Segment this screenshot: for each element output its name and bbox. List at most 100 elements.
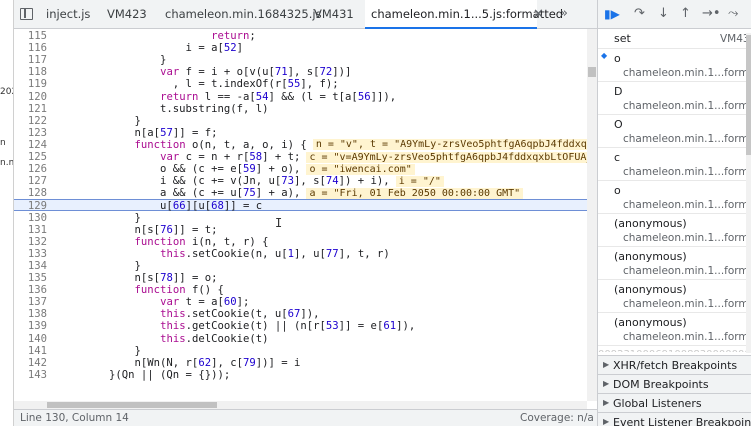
code-token: 56 <box>357 90 371 103</box>
code-line[interactable]: 125 var c = n + r[58] + t; c = "v=A9YmLy-… <box>14 151 597 163</box>
step-over-icon[interactable]: ↷ <box>634 6 645 22</box>
line-number[interactable]: 137 <box>14 296 47 308</box>
sidebar-scrollbar[interactable] <box>746 33 751 353</box>
code-line[interactable]: 121 t.substring(f, l) <box>14 103 597 115</box>
code-line[interactable]: 139 this.getCookie(t) || (n[r[53]] = e[6… <box>14 320 597 332</box>
code-line[interactable]: 122 } <box>14 115 597 127</box>
line-number[interactable]: 135 <box>14 272 47 284</box>
call-stack-frame[interactable]: ◆ ochameleon.min.1...formatte <box>598 49 751 82</box>
line-number[interactable]: 133 <box>14 248 47 260</box>
frame-location: chameleon.min.1...formatte <box>623 166 751 178</box>
call-stack-frame[interactable]: (anonymous) chameleon.min.1...formatte <box>598 313 751 346</box>
call-stack-frame[interactable]: Dchameleon.min.1...formatte <box>598 82 751 115</box>
line-number[interactable]: 134 <box>14 260 47 272</box>
code-line[interactable]: 134 } <box>14 260 597 272</box>
tab-chameleon-formatted[interactable]: chameleon.min.1...5.js:formatted <box>365 0 563 29</box>
code-line[interactable]: 120 return l == -a[54] && (l = t[a[56]])… <box>14 91 597 103</box>
code-line[interactable]: 130 } <box>14 212 597 224</box>
toggle-navigator-icon[interactable] <box>20 8 33 20</box>
code-line[interactable]: 118 var f = i + o[v(u[71], s[72])] <box>14 66 597 78</box>
code-line[interactable]: 132 function i(n, t, r) { <box>14 236 597 248</box>
line-number[interactable]: 130 <box>14 212 47 224</box>
xhr-breakpoints-section[interactable]: ▶ XHR/fetch Breakpoints <box>598 355 751 374</box>
vertical-scrollbar[interactable] <box>587 29 597 401</box>
line-number[interactable]: 118 <box>14 66 47 78</box>
line-number[interactable]: 120 <box>14 91 47 103</box>
tab-chameleon-min[interactable]: chameleon.min.1684325.js <box>165 0 322 29</box>
code-line[interactable]: 141 } <box>14 345 597 357</box>
scrollbar-thumb[interactable] <box>588 67 596 77</box>
line-number[interactable]: 121 <box>14 103 47 115</box>
code-token: ]] = o; <box>172 272 218 284</box>
line-number[interactable]: 139 <box>14 320 47 332</box>
code-line[interactable]: 143 }(Qn || (Qn = {})); <box>14 369 597 381</box>
code-line[interactable]: 117 } <box>14 54 597 66</box>
line-number[interactable]: 140 <box>14 333 47 345</box>
global-listeners-section[interactable]: ▶ Global Listeners <box>598 393 751 412</box>
call-stack-frame[interactable]: (anonymous) chameleon.min.1...formatte <box>598 280 751 313</box>
line-number[interactable]: 115 <box>14 30 47 42</box>
call-stack-frame[interactable]: (anonymous) chameleon.min.1...formatte <box>598 247 751 280</box>
code-line[interactable]: 137 var t = a[60]; <box>14 296 597 308</box>
resume-icon[interactable]: ▮▶ <box>604 6 620 22</box>
code-line[interactable]: 142 n[Wn(N, r[62], c[79])] = i <box>14 357 597 369</box>
tab-inject-js[interactable]: inject.js <box>46 0 90 29</box>
line-number[interactable]: 141 <box>14 345 47 357</box>
code-line[interactable]: 128 a && (c += u[75] + a), a = "Fri, 01 F… <box>14 187 597 199</box>
code-token: ] + t; <box>262 151 301 163</box>
scrollbar-thumb[interactable] <box>47 402 217 408</box>
code-line[interactable]: 116 i = a[52] <box>14 42 597 54</box>
line-number[interactable]: 143 <box>14 369 47 381</box>
tab-vm423[interactable]: VM423 <box>107 0 147 29</box>
call-stack-frame[interactable]: Ochameleon.min.1...formatte <box>598 115 751 148</box>
code-line[interactable]: 123 n[a[57]] = f; <box>14 127 597 139</box>
code-line[interactable]: 135 n[s[78]] = o; <box>14 272 597 284</box>
scrollbar-thumb[interactable] <box>746 35 751 155</box>
step-out-icon[interactable]: ↑ <box>680 6 691 22</box>
line-number[interactable]: 116 <box>14 42 47 54</box>
code-line[interactable]: 133 this.setCookie(n, u[1], u[77], t, r) <box>14 248 597 260</box>
close-icon[interactable]: ✕ <box>533 7 544 22</box>
call-stack-frame[interactable]: ochameleon.min.1...formatte <box>598 181 751 214</box>
step-icon[interactable]: →• <box>702 6 721 22</box>
line-number[interactable]: 122 <box>14 115 47 127</box>
line-number[interactable]: 138 <box>14 308 47 320</box>
code-token: 72 <box>319 66 333 79</box>
line-number[interactable]: 136 <box>14 284 47 296</box>
code-line[interactable]: 126 o && (c += e[59] + o), o = "iwencai.c… <box>14 163 597 175</box>
tab-vm431[interactable]: VM431 <box>314 0 354 29</box>
line-number[interactable]: 142 <box>14 357 47 369</box>
call-stack-frame[interactable]: cchameleon.min.1...formatte <box>598 148 751 181</box>
code-line[interactable]: 131 n[s[76]] = t; <box>14 224 597 236</box>
line-number[interactable]: 132 <box>14 236 47 248</box>
chevron-more-icon[interactable]: » <box>560 6 568 21</box>
line-number[interactable]: 117 <box>14 54 47 66</box>
deactivate-breakpoints-icon[interactable]: ⤳ <box>728 6 738 22</box>
event-listener-breakpoints-section[interactable]: ▶ Event Listener Breakpoints <box>598 412 751 426</box>
dom-breakpoints-section[interactable]: ▶ DOM Breakpoints <box>598 374 751 393</box>
code-line[interactable]: 124 function o(n, t, a, o, i) {n = "v", … <box>14 139 597 151</box>
line-number[interactable]: 123 <box>14 127 47 139</box>
line-number[interactable]: 127 <box>14 175 47 187</box>
step-into-icon[interactable]: ↓ <box>658 6 669 22</box>
code-line-current[interactable]: 129 u[66][u[68]] = c <box>14 199 597 212</box>
line-number[interactable]: 125 <box>14 151 47 163</box>
code-line[interactable]: 136 function f() { <box>14 284 597 296</box>
horizontal-scrollbar[interactable] <box>14 401 587 409</box>
call-stack-frame[interactable]: (anonymous) chameleon.min.1...formatte <box>598 214 751 247</box>
line-number[interactable]: 119 <box>14 78 47 90</box>
line-number[interactable]: 124 <box>14 139 47 151</box>
code-area[interactable]: 115 return; 116 i = a[52] 117 } 118 var f =… <box>14 29 597 401</box>
code-line[interactable]: 127 i && (c += v(Jn, u[73], s[74]) + i),… <box>14 175 597 187</box>
line-number[interactable]: 128 <box>14 187 47 199</box>
call-stack-frame[interactable]: setVM431 <box>598 29 751 49</box>
code-line[interactable]: 115 return; <box>14 30 597 42</box>
code-line[interactable]: 140 this.delCookie(t) <box>14 333 597 345</box>
code-token: 60 <box>223 296 237 309</box>
text-cursor-icon: I <box>275 216 283 230</box>
code-line[interactable]: 138 this.setCookie(t, u[67]), <box>14 308 597 320</box>
code-line[interactable]: 119 , l = t.indexOf(r[55], f); <box>14 78 597 90</box>
line-number[interactable]: 126 <box>14 163 47 175</box>
line-number[interactable]: 131 <box>14 224 47 236</box>
